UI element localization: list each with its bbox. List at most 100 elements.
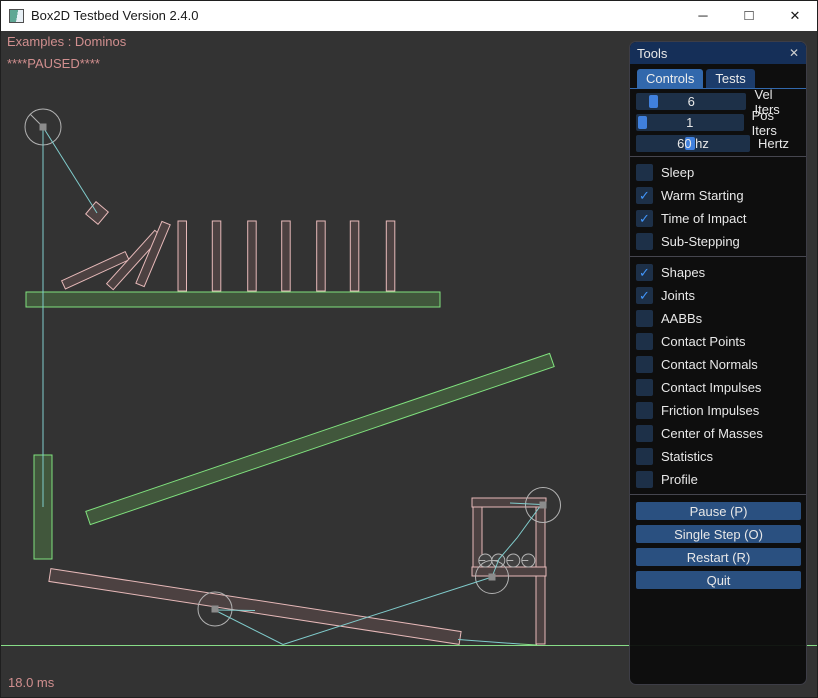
slider-value: 60 hz [636,135,750,152]
tab-controls[interactable]: Controls [637,69,703,88]
checkbox-warm-starting[interactable]: ✓ Warm Starting [636,187,800,204]
checkbox-box[interactable]: ✓ [636,187,653,204]
window-controls: ─ □ ✕ [680,0,818,31]
domino-standing-2 [212,221,221,291]
checkbox-statistics[interactable]: Statistics [636,448,800,465]
frame-top-beam [472,498,546,507]
checkbox-time-of-impact[interactable]: ✓ Time of Impact [636,210,800,227]
checkbox-box[interactable]: ✓ [636,210,653,227]
checkbox-box[interactable] [636,402,653,419]
checkbox-contact-normals[interactable]: Contact Normals [636,356,800,373]
domino-standing-4 [282,221,291,291]
origin-marker-upper-pulley [540,502,547,509]
origin-marker-seesaw [212,606,219,613]
checkbox-sub-stepping[interactable]: Sub-Stepping [636,233,800,250]
checkbox-label: Friction Impulses [661,403,759,418]
domino-platform [26,292,440,307]
hertz-slider[interactable]: 60 hz [636,135,750,152]
check-icon: ✓ [639,264,650,281]
pos-iters-row: 1Pos Iters [636,114,800,131]
checkbox-label: Profile [661,472,698,487]
checkbox-friction-impulses[interactable]: Friction Impulses [636,402,800,419]
frame-time-label: 18.0 ms [8,675,54,690]
tools-panel-titlebar[interactable]: Tools ✕ [630,42,806,64]
separator [630,494,806,495]
checkbox-label: Time of Impact [661,211,746,226]
panel-close-icon[interactable]: ✕ [789,46,799,60]
vel-iters-slider[interactable]: 6 [636,93,746,110]
frame-shelf [472,567,546,576]
checkbox-joints[interactable]: ✓ Joints [636,287,800,304]
checkbox-shapes[interactable]: ✓ Shapes [636,264,800,281]
checkbox-box[interactable]: ✓ [636,264,653,281]
checkbox-label: Contact Points [661,334,746,349]
checkbox-center-of-masses[interactable]: Center of Masses [636,425,800,442]
checkbox-sleep[interactable]: Sleep [636,164,800,181]
checkbox-contact-impulses[interactable]: Contact Impulses [636,379,800,396]
restart-r-button[interactable]: Restart (R) [636,548,801,566]
quit-button[interactable]: Quit [636,571,801,589]
checkbox-box[interactable] [636,310,653,327]
tools-panel: Tools ✕ ControlsTests 6Vel Iters1Pos Ite… [629,41,807,685]
checkbox-box[interactable] [636,425,653,442]
checkbox-box[interactable] [636,448,653,465]
close-button[interactable]: ✕ [772,0,818,31]
checkbox-profile[interactable]: Profile [636,471,800,488]
check-icon: ✓ [639,187,650,204]
separator [630,256,806,257]
pos-iters-slider[interactable]: 1 [636,114,744,131]
check-icon: ✓ [639,210,650,227]
origin-marker-anchor [40,124,47,131]
checkbox-label: AABBs [661,311,702,326]
joint-seesaw-axis [216,610,256,611]
domino-standing-6 [350,221,359,291]
rope-ground-green [520,644,537,645]
checkbox-label: Center of Masses [661,426,763,441]
checkbox-box[interactable] [636,233,653,250]
checkbox-box[interactable] [636,356,653,373]
checkbox-label: Sub-Stepping [661,234,740,249]
checkbox-label: Joints [661,288,695,303]
checkbox-label: Sleep [661,165,694,180]
window-titlebar[interactable]: Box2D Testbed Version 2.4.0 ─ □ ✕ [0,0,818,31]
domino-standing-5 [317,221,326,291]
tools-panel-title: Tools [637,46,667,61]
checkbox-box[interactable] [636,333,653,350]
checkbox-box[interactable] [636,379,653,396]
checkbox-aabbs[interactable]: AABBs [636,310,800,327]
panel-body: 6Vel Iters1Pos Iters60 hzHertz Sleep✓War… [630,89,806,589]
window-title: Box2D Testbed Version 2.4.0 [31,8,198,23]
checkbox-label: Statistics [661,449,713,464]
joint-rope-ground [458,640,520,645]
checkbox-box[interactable] [636,164,653,181]
single-step-o-button[interactable]: Single Step (O) [636,525,801,543]
paused-label: ****PAUSED**** [7,56,100,71]
minimize-button[interactable]: ─ [680,0,726,31]
checkbox-contact-points[interactable]: Contact Points [636,333,800,350]
example-label: Examples : Dominos [7,34,126,49]
checkbox-box[interactable]: ✓ [636,287,653,304]
checkbox-label: Shapes [661,265,705,280]
simulation-canvas[interactable]: Examples : Dominos ****PAUSED**** 18.0 m… [0,31,818,698]
maximize-button[interactable]: □ [726,0,772,31]
checkbox-box[interactable] [636,471,653,488]
separator [630,156,806,157]
button-section: Pause (P) Single Step (O) Restart (R) Quit [636,502,800,589]
app-icon [9,9,24,23]
check-icon: ✓ [639,287,650,304]
pause-p-button[interactable]: Pause (P) [636,502,801,520]
checkbox-label: Contact Normals [661,357,758,372]
slider-label: Hertz [758,136,789,151]
domino-standing-3 [248,221,257,291]
domino-standing-1 [178,221,187,291]
hertz-row: 60 hz Hertz [636,135,800,152]
joint-rope-pendulum [43,127,97,213]
slider-value: 6 [636,93,746,110]
slider-section: 6Vel Iters1Pos Iters60 hzHertz [636,93,800,152]
slider-value: 1 [636,114,744,131]
checkbox-label: Contact Impulses [661,380,761,395]
slider-label: Pos Iters [752,108,800,138]
origin-marker-lower-pulley [489,574,496,581]
tab-tests[interactable]: Tests [706,69,754,88]
checkbox-label: Warm Starting [661,188,744,203]
